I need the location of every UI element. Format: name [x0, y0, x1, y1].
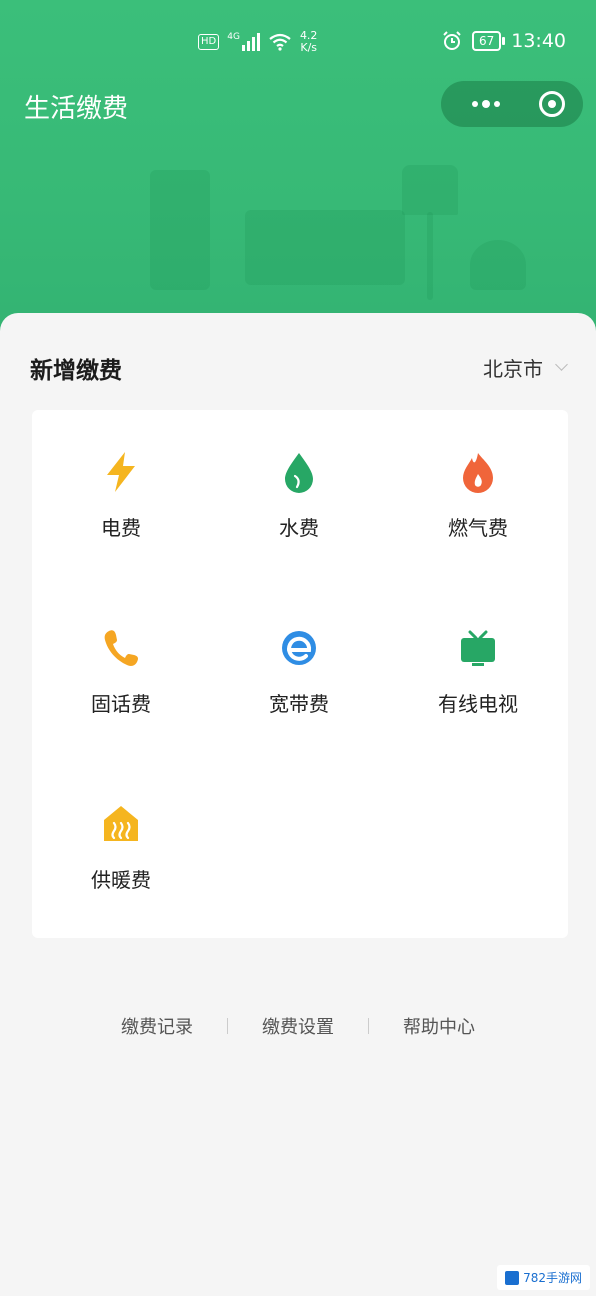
service-label: 水费: [279, 516, 319, 540]
more-dot-icon: [472, 101, 478, 107]
building-silhouette: [150, 170, 210, 290]
site-watermark: 782手游网: [497, 1265, 590, 1290]
service-grid: 电费 水费 燃气费 固话费 宽带费 有线电视 供暖费: [32, 410, 568, 938]
net-speed-unit: K/s: [300, 41, 318, 54]
content-sheet: 新增缴费 北京市 电费 水费 燃气费 固话费 宽带费 有线电视 供暖费 缴费记录…: [0, 313, 596, 1296]
payment-settings-link[interactable]: 缴费设置: [262, 1013, 334, 1039]
wifi-icon: [269, 33, 291, 51]
lamp-shade-silhouette: [402, 165, 458, 215]
more-button[interactable]: [461, 81, 511, 127]
service-water[interactable]: 水费: [210, 410, 388, 586]
phone-icon: [99, 626, 143, 670]
footer-links: 缴费记录 缴费设置 帮助中心: [0, 1013, 596, 1039]
service-label: 供暖费: [91, 868, 151, 892]
service-gas[interactable]: 燃气费: [388, 410, 568, 586]
page-title: 生活缴费: [24, 94, 129, 124]
help-center-link[interactable]: 帮助中心: [403, 1013, 475, 1039]
heating-icon: [99, 802, 143, 846]
miniprogram-capsule: [441, 81, 583, 127]
section-title: 新增缴费: [30, 358, 122, 384]
flame-icon: [456, 450, 500, 494]
tv-icon: [456, 626, 500, 670]
status-bar: HD 4G 4.2 K/s 67 13:40: [0, 26, 596, 60]
service-electricity[interactable]: 电费: [32, 410, 210, 586]
service-label: 宽带费: [269, 692, 329, 716]
chevron-down-icon: [555, 358, 568, 371]
plant-silhouette: [470, 240, 526, 290]
service-label: 电费: [101, 516, 141, 540]
service-broadband[interactable]: 宽带费: [210, 586, 388, 762]
watermark-text: 782手游网: [523, 1271, 582, 1285]
service-label: 固话费: [91, 692, 151, 716]
lamp-pole-silhouette: [427, 212, 433, 300]
battery-indicator: 67: [471, 31, 506, 51]
divider: [227, 1018, 228, 1034]
service-label: 燃气费: [448, 516, 508, 540]
service-landline[interactable]: 固话费: [32, 586, 210, 762]
clock: 13:40: [511, 30, 566, 52]
city-selector[interactable]: 北京市: [483, 353, 568, 382]
payment-history-link[interactable]: 缴费记录: [121, 1013, 193, 1039]
more-dot-icon: [482, 100, 490, 108]
lightning-icon: [99, 450, 143, 494]
network-type: 4G: [227, 32, 240, 42]
service-label: 有线电视: [438, 692, 518, 716]
service-cable-tv[interactable]: 有线电视: [388, 586, 568, 762]
divider: [368, 1018, 369, 1034]
close-miniprogram-icon[interactable]: [539, 91, 565, 117]
watermark-logo-icon: [505, 1270, 520, 1285]
more-dot-icon: [494, 101, 500, 107]
sofa-silhouette: [245, 210, 405, 285]
net-speed: 4.2 K/s: [300, 30, 318, 54]
alarm-icon: [443, 31, 461, 50]
service-heating[interactable]: 供暖费: [32, 762, 210, 938]
hd-badge: HD: [198, 34, 220, 50]
broadband-icon: [277, 626, 321, 670]
header-banner: HD 4G 4.2 K/s 67 13:40 生活缴费: [0, 0, 596, 340]
signal-icon: [241, 33, 260, 51]
city-label: 北京市: [483, 357, 543, 381]
water-drop-icon: [277, 450, 321, 494]
